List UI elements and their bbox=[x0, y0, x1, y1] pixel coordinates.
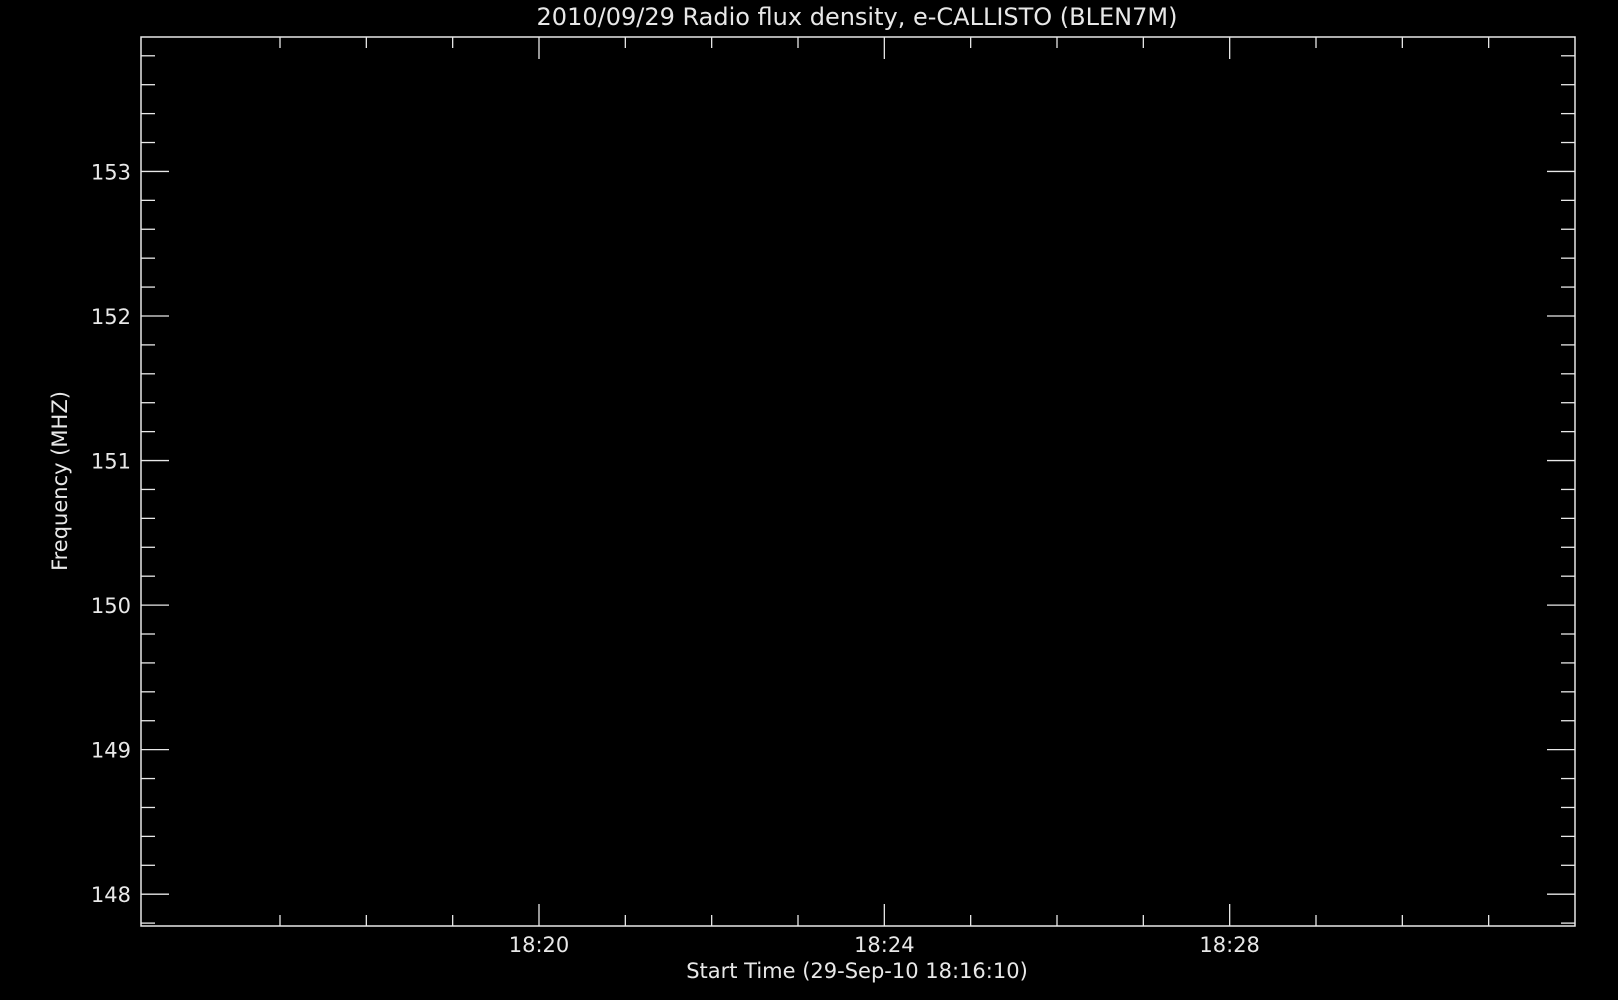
y-tick-label: 148 bbox=[91, 883, 131, 907]
y-tick-label: 152 bbox=[91, 305, 131, 329]
spectrogram-chart: 2010/09/29 Radio flux density, e-CALLIST… bbox=[0, 0, 1618, 1000]
y-tick-label: 153 bbox=[91, 160, 131, 184]
chart-background bbox=[0, 0, 1618, 1000]
x-tick-label: 18:20 bbox=[509, 933, 570, 957]
x-tick-label: 18:24 bbox=[854, 933, 915, 957]
y-tick-label: 149 bbox=[91, 739, 131, 763]
y-tick-label: 150 bbox=[91, 594, 131, 618]
x-axis-label: Start Time (29-Sep-10 18:16:10) bbox=[686, 959, 1028, 983]
y-axis-label: Frequency (MHZ) bbox=[48, 391, 72, 571]
chart-title: 2010/09/29 Radio flux density, e-CALLIST… bbox=[537, 3, 1178, 31]
x-tick-label: 18:28 bbox=[1199, 933, 1260, 957]
y-tick-label: 151 bbox=[91, 450, 131, 474]
